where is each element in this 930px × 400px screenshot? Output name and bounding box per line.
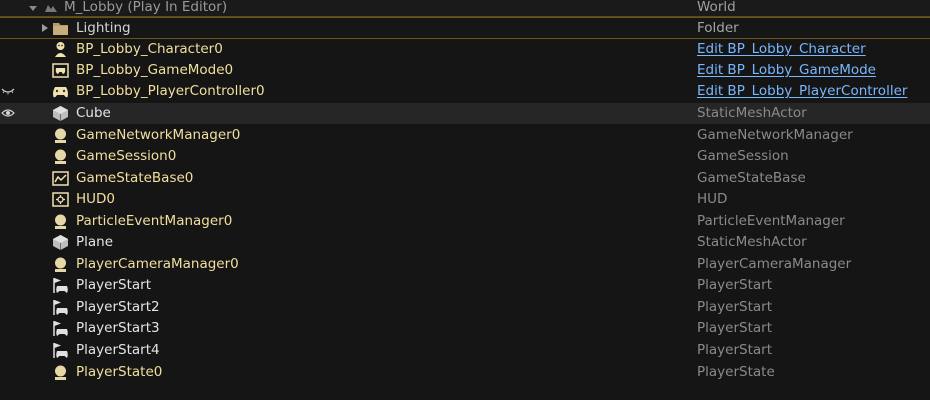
- row-type: PlayerCameraManager: [697, 256, 852, 272]
- edit-blueprint-link[interactable]: Edit BP_Lobby_GameMode: [697, 61, 876, 80]
- player-start-icon: [52, 277, 69, 294]
- collapse-arrow-icon[interactable]: [28, 3, 38, 13]
- game-state-icon: [52, 170, 69, 187]
- row-type: StaticMeshActor: [697, 105, 807, 121]
- row-label: GameNetworkManager0: [76, 127, 241, 143]
- outliner-row-bp-lobby-character[interactable]: BP_Lobby_Character0 Edit BP_Lobby_Charac…: [0, 39, 930, 60]
- outliner-row-plane[interactable]: Plane StaticMeshActor: [0, 232, 930, 253]
- outliner-row-playerstart4[interactable]: PlayerStart4 PlayerStart: [0, 340, 930, 361]
- row-label: ParticleEventManager0: [76, 213, 233, 229]
- outliner-row-cube[interactable]: Cube StaticMeshActor: [0, 103, 930, 124]
- player-start-icon: [52, 299, 69, 316]
- actor-pawn-icon: [52, 148, 69, 165]
- world-type: World: [697, 0, 736, 15]
- outliner-row-particleeventmanager[interactable]: ParticleEventManager0 ParticleEventManag…: [0, 211, 930, 232]
- world-name: M_Lobby (Play In Editor): [64, 0, 228, 15]
- world-icon: [44, 0, 58, 14]
- row-label: BP_Lobby_PlayerController0: [76, 83, 265, 99]
- gamepad-icon: [52, 83, 69, 100]
- row-label: Lighting: [76, 20, 131, 36]
- row-type: GameNetworkManager: [697, 127, 853, 143]
- row-type: StaticMeshActor: [697, 234, 807, 250]
- row-type: PlayerStart: [697, 342, 772, 358]
- outliner-row-playercameramanager[interactable]: PlayerCameraManager0 PlayerCameraManager: [0, 254, 930, 275]
- row-type: PlayerStart: [697, 299, 772, 315]
- actor-pawn-icon: [52, 256, 69, 273]
- actor-pawn-icon: [52, 364, 69, 381]
- actor-pawn-icon: [52, 213, 69, 230]
- edit-blueprint-link[interactable]: Edit BP_Lobby_PlayerController: [697, 82, 907, 101]
- row-type: Folder: [697, 20, 739, 36]
- row-label: GameStateBase0: [76, 170, 194, 186]
- hud-icon: [52, 191, 69, 208]
- row-label: PlayerStart2: [76, 299, 160, 315]
- row-label: GameSession0: [76, 148, 177, 164]
- outliner-row-playerstart2[interactable]: PlayerStart2 PlayerStart: [0, 297, 930, 318]
- row-label: PlayerStart: [76, 277, 151, 293]
- static-mesh-icon: [52, 234, 69, 251]
- row-label: BP_Lobby_Character0: [76, 41, 223, 57]
- row-label: PlayerStart4: [76, 342, 160, 358]
- character-icon: [52, 41, 69, 58]
- expand-arrow-icon[interactable]: [40, 23, 50, 33]
- row-type: GameStateBase: [697, 170, 806, 186]
- outliner-row-gamesession[interactable]: GameSession0 GameSession: [0, 146, 930, 167]
- outliner-row-playerstate[interactable]: PlayerState0 PlayerState: [0, 362, 930, 383]
- row-type: GameSession: [697, 148, 789, 164]
- edit-blueprint-link[interactable]: Edit BP_Lobby_Character: [697, 40, 866, 59]
- static-mesh-icon: [52, 105, 69, 122]
- gamemode-icon: [52, 62, 69, 79]
- row-label: Cube: [76, 105, 111, 121]
- folder-icon: [52, 20, 69, 37]
- row-type: PlayerStart: [697, 277, 772, 293]
- player-start-icon: [52, 320, 69, 337]
- outliner-row-playerstart[interactable]: PlayerStart PlayerStart: [0, 275, 930, 296]
- outliner-row-lighting[interactable]: Lighting Folder: [0, 17, 930, 39]
- visibility-eye-icon[interactable]: [1, 106, 15, 120]
- outliner-row-playerstart3[interactable]: PlayerStart3 PlayerStart: [0, 318, 930, 339]
- row-label: BP_Lobby_GameMode0: [76, 62, 234, 78]
- row-label: HUD0: [76, 191, 116, 207]
- world-outliner: M_Lobby (Play In Editor) World Lighting …: [0, 0, 930, 400]
- row-type: ParticleEventManager: [697, 213, 845, 229]
- outliner-row-hud[interactable]: HUD0 HUD: [0, 189, 930, 210]
- row-type: PlayerState: [697, 364, 775, 380]
- row-label: Plane: [76, 234, 114, 250]
- row-type: HUD: [697, 191, 728, 207]
- row-type: PlayerStart: [697, 320, 772, 336]
- row-label: PlayerCameraManager0: [76, 256, 239, 272]
- world-row[interactable]: M_Lobby (Play In Editor) World: [0, 0, 930, 17]
- outliner-row-gamestatebase[interactable]: GameStateBase0 GameStateBase: [0, 168, 930, 189]
- visibility-closed-eye-icon[interactable]: [1, 84, 15, 98]
- outliner-row-bp-lobby-gamemode[interactable]: BP_Lobby_GameMode0 Edit BP_Lobby_GameMod…: [0, 60, 930, 81]
- player-start-icon: [52, 342, 69, 359]
- outliner-row-bp-lobby-playercontroller[interactable]: BP_Lobby_PlayerController0 Edit BP_Lobby…: [0, 81, 930, 102]
- actor-pawn-icon: [52, 127, 69, 144]
- row-label: PlayerState0: [76, 364, 163, 380]
- row-label: PlayerStart3: [76, 320, 160, 336]
- outliner-row-gamenetworkmanager[interactable]: GameNetworkManager0 GameNetworkManager: [0, 125, 930, 146]
